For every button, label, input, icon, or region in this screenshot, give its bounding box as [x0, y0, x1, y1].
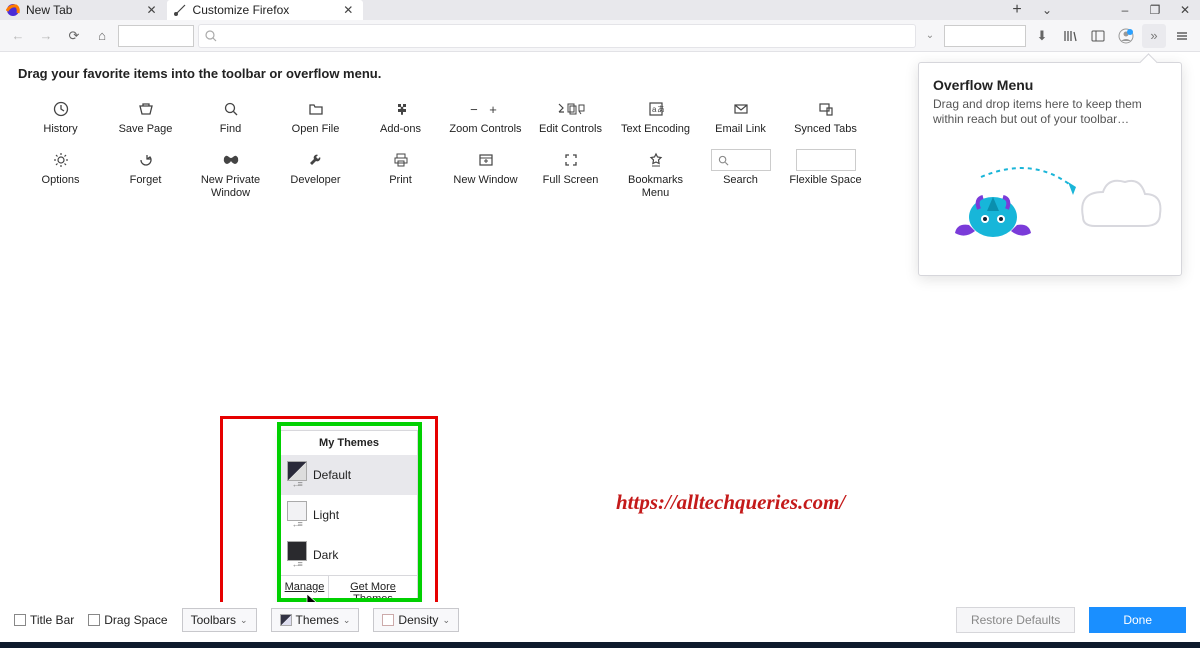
item-zoom-controls[interactable]: − + Zoom Controls	[443, 91, 528, 142]
tab-close-icon[interactable]: ✕	[341, 3, 355, 17]
newtab-plus-icon[interactable]: +	[1006, 1, 1028, 19]
overflow-chevron-icon[interactable]: »	[1142, 24, 1166, 48]
item-synced-tabs[interactable]: Synced Tabs	[783, 91, 868, 142]
item-open-file[interactable]: Open File	[273, 91, 358, 142]
item-new-window[interactable]: New Window	[443, 142, 528, 206]
downloads-icon[interactable]: ⬇	[1030, 24, 1054, 48]
item-save-page[interactable]: Save Page	[103, 91, 188, 142]
overflow-title: Overflow Menu	[933, 77, 1167, 93]
search-box[interactable]	[198, 24, 916, 48]
theme-swatch-icon	[280, 614, 292, 626]
item-text-encoding[interactable]: aあ Text Encoding	[613, 91, 698, 142]
item-flexible-space[interactable]: Flexible Space	[783, 142, 868, 206]
nav-back-icon[interactable]: ←	[6, 24, 30, 48]
brush-icon	[173, 3, 187, 17]
overflow-desc: Drag and drop items here to keep them wi…	[933, 97, 1167, 127]
theme-default[interactable]: ←≡ Default	[281, 455, 417, 495]
tab-label: Customize Firefox	[193, 3, 290, 17]
item-addons[interactable]: Add-ons	[358, 91, 443, 142]
window-minimize-icon[interactable]: –	[1114, 3, 1136, 17]
svg-text:あ: あ	[657, 105, 664, 114]
theme-swatch-icon	[287, 461, 307, 481]
watermark-text: https://alltechqueries.com/	[616, 490, 845, 515]
item-forget[interactable]: Forget	[103, 142, 188, 206]
tab-label: New Tab	[26, 3, 72, 17]
titlebar-checkbox[interactable]: Title Bar	[14, 613, 74, 627]
item-options[interactable]: Options	[18, 142, 103, 206]
themes-dropdown[interactable]: Themes⌄	[271, 608, 360, 632]
right-field-box[interactable]	[944, 25, 1026, 47]
hamburger-menu-icon[interactable]	[1170, 24, 1194, 48]
item-email-link[interactable]: Email Link	[698, 91, 783, 142]
item-full-screen[interactable]: Full Screen	[528, 142, 613, 206]
density-swatch-icon	[382, 614, 394, 626]
theme-light[interactable]: ←≡ Light	[281, 495, 417, 535]
nav-reload-icon[interactable]: ⟳	[62, 24, 86, 48]
item-bookmarks-menu[interactable]: Bookmarks Menu	[613, 142, 698, 206]
account-icon[interactable]	[1114, 24, 1138, 48]
density-dropdown[interactable]: Density⌄	[373, 608, 459, 632]
item-print[interactable]: Print	[358, 142, 443, 206]
nav-home-icon[interactable]: ⌂	[90, 24, 114, 48]
taskbar-strip	[0, 642, 1200, 648]
bottombar: Title Bar Drag Space Toolbars⌄ Themes⌄ D…	[0, 602, 1200, 638]
url-short-box[interactable]	[118, 25, 194, 47]
item-edit-controls[interactable]: Edit Controls	[528, 91, 613, 142]
library-icon[interactable]	[1058, 24, 1082, 48]
item-developer[interactable]: Developer	[273, 142, 358, 206]
themes-popup: My Themes ←≡ Default ←≡ Light ←≡ Dark Ma…	[280, 430, 418, 611]
theme-swatch-icon	[287, 501, 307, 521]
tab-close-icon[interactable]: ✕	[144, 3, 158, 17]
item-history[interactable]: History	[18, 91, 103, 142]
nav-forward-icon[interactable]: →	[34, 24, 58, 48]
theme-swatch-icon	[287, 541, 307, 561]
item-find[interactable]: Find	[188, 91, 273, 142]
window-maximize-icon[interactable]: ❐	[1144, 3, 1166, 17]
sidebar-icon[interactable]	[1086, 24, 1110, 48]
firefox-icon	[6, 3, 20, 17]
url-dropdown-icon[interactable]: ⌄	[920, 30, 940, 41]
item-search[interactable]: Search	[698, 142, 783, 206]
dragspace-checkbox[interactable]: Drag Space	[88, 613, 167, 627]
tab-new-tab[interactable]: New Tab ✕	[0, 0, 167, 20]
tab-customize[interactable]: Customize Firefox ✕	[167, 0, 364, 20]
overflow-illustration	[933, 147, 1167, 257]
navbar: ← → ⟳ ⌂ ⌄ ⬇ »	[0, 20, 1200, 52]
tabs-dropdown-icon[interactable]: ⌄	[1036, 3, 1058, 17]
restore-defaults-button[interactable]: Restore Defaults	[956, 607, 1075, 633]
theme-dark[interactable]: ←≡ Dark	[281, 535, 417, 575]
done-button[interactable]: Done	[1089, 607, 1186, 633]
item-private-window[interactable]: New Private Window	[188, 142, 273, 206]
toolbars-dropdown[interactable]: Toolbars⌄	[182, 608, 257, 632]
search-icon	[205, 30, 217, 42]
overflow-panel: Overflow Menu Drag and drop items here t…	[918, 62, 1182, 276]
window-close-icon[interactable]: ✕	[1174, 3, 1196, 17]
themes-header: My Themes	[281, 431, 417, 455]
